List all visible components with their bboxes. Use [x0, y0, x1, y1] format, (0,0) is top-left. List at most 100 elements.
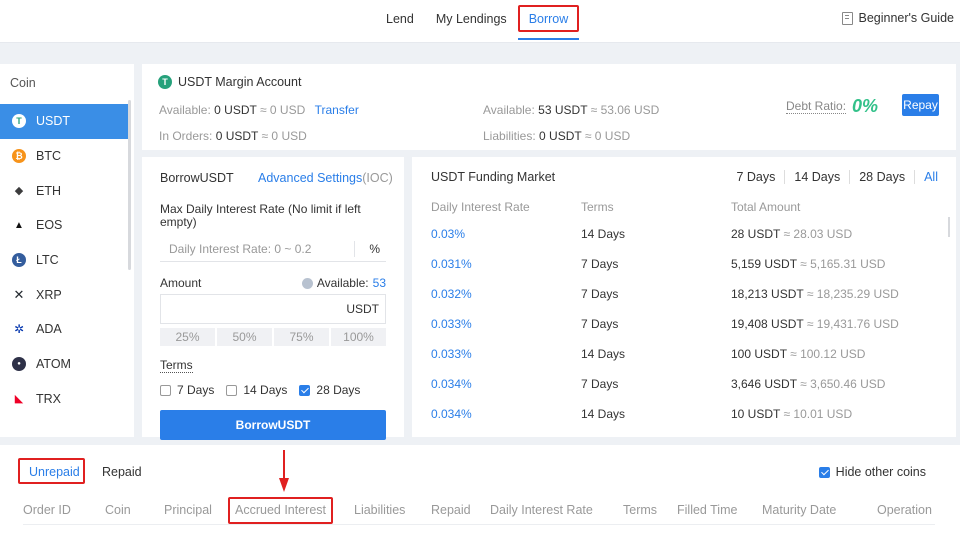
row-rate: 0.034%: [431, 377, 472, 391]
beginners-guide-link[interactable]: Beginner's Guide: [842, 11, 954, 25]
row-amount-value: 5,159 USDT: [731, 257, 797, 271]
coin-item-atom[interactable]: ● ATOM: [0, 347, 134, 382]
col-filled-time: Filled Time: [677, 503, 738, 517]
borrow-submit-button[interactable]: BorrowUSDT: [160, 410, 386, 440]
advanced-settings-link[interactable]: Advanced Settings(IOC): [258, 171, 393, 185]
term-28-checkbox[interactable]: [299, 384, 311, 396]
coin-list-header: Coin: [10, 76, 36, 90]
col-terms: Terms: [623, 503, 658, 517]
percent-25-button[interactable]: 25%: [160, 328, 215, 346]
transfer-link[interactable]: Transfer: [315, 103, 359, 117]
filter-14-days[interactable]: 14 Days: [784, 170, 849, 184]
amount-unit: USDT: [346, 302, 379, 316]
amount-input[interactable]: [161, 295, 347, 323]
coin-label: BTC: [36, 149, 61, 164]
row-amount-approx: ≈ 28.03 USD: [783, 227, 853, 241]
row-term: 14 Days: [581, 407, 626, 421]
coin-label: EOS: [36, 218, 63, 233]
hide-other-coins-toggle[interactable]: Hide other coins: [818, 465, 926, 479]
market-term-filters: 7 Days 14 Days 28 Days All: [727, 170, 938, 184]
tab-borrow[interactable]: Borrow: [517, 0, 580, 40]
coin-item-btc[interactable]: ₿ BTC: [0, 139, 134, 174]
tab-my-lendings[interactable]: My Lendings: [425, 0, 518, 40]
row-term: 7 Days: [581, 287, 619, 301]
row-rate: 0.033%: [431, 317, 472, 331]
in-orders-value: 0 USDT: [215, 129, 259, 143]
row-rate: 0.031%: [431, 257, 472, 271]
xrp-icon: ✕: [12, 286, 26, 302]
available-usdt: Available: 0 USDT ≈ 0 USD Transfer: [159, 103, 359, 117]
in-orders-approx: ≈ 0 USD: [261, 129, 307, 143]
liabilities-value: 0 USDT: [539, 129, 582, 143]
eos-icon: ▲: [12, 218, 26, 233]
row-amount: 100 USDT ≈ 100.12 USD: [731, 347, 865, 361]
row-amount-approx: ≈ 5,165.31 USD: [800, 257, 886, 271]
ltc-icon: Ł: [12, 253, 26, 268]
debt-ratio-value: 0%: [852, 96, 879, 116]
table-row[interactable]: 0.033% 14 Days 100 USDT ≈ 100.12 USD: [431, 347, 941, 367]
row-rate: 0.033%: [431, 347, 472, 361]
term-28-days[interactable]: 28 Days: [299, 383, 360, 397]
row-amount-value: 28 USDT: [731, 227, 781, 241]
table-row[interactable]: 0.033% 7 Days 19,408 USDT ≈ 19,431.76 US…: [431, 317, 941, 337]
tab-unrepaid[interactable]: Unrepaid: [29, 465, 80, 479]
coin-item-xrp[interactable]: ✕ XRP: [0, 277, 134, 312]
coin-label: USDT: [36, 114, 71, 129]
amount-field: USDT: [160, 294, 386, 324]
borrow-form-panel: BorrowUSDT Advanced Settings(IOC) Max Da…: [142, 157, 404, 440]
coin-item-trx[interactable]: ◣ TRX: [0, 382, 134, 417]
table-row[interactable]: 0.034% 14 Days 10 USDT ≈ 10.01 USD: [431, 407, 941, 427]
coin-item-eth[interactable]: ◆ ETH: [0, 173, 134, 208]
percent-100-button[interactable]: 100%: [331, 328, 386, 346]
coin-item-ltc[interactable]: Ł LTC: [0, 243, 134, 278]
coin-list-scrollbar[interactable]: [128, 100, 131, 270]
term-14-days[interactable]: 14 Days: [226, 383, 287, 397]
coin-item-ada[interactable]: ✲ ADA: [0, 312, 134, 347]
amount-label: Amount: [160, 276, 202, 290]
hide-other-coins-checkbox[interactable]: [818, 466, 830, 478]
table-row[interactable]: 0.03% 14 Days 28 USDT ≈ 28.03 USD: [431, 227, 941, 247]
row-amount: 5,159 USDT ≈ 5,165.31 USD: [731, 257, 885, 271]
market-title: USDT Funding Market: [431, 170, 556, 184]
table-row[interactable]: 0.031% 7 Days 5,159 USDT ≈ 5,165.31 USD: [431, 257, 941, 277]
row-amount: 18,213 USDT ≈ 18,235.29 USD: [731, 287, 899, 301]
funding-market-panel: USDT Funding Market 7 Days 14 Days 28 Da…: [412, 157, 956, 437]
tab-repaid[interactable]: Repaid: [102, 465, 142, 479]
term-7-days[interactable]: 7 Days: [160, 383, 214, 397]
col-principal: Principal: [164, 503, 212, 517]
row-amount-approx: ≈ 3,650.46 USD: [800, 377, 886, 391]
rate-input[interactable]: [160, 241, 355, 256]
row-amount-value: 10 USDT: [731, 407, 781, 421]
ioc-label: (IOC): [362, 171, 393, 185]
amount-available-value[interactable]: 53: [373, 276, 386, 290]
coin-label: ADA: [36, 322, 62, 337]
col-order-id: Order ID: [23, 503, 71, 517]
row-term: 7 Days: [581, 257, 619, 271]
available-approx: ≈ 0 USD: [259, 103, 306, 117]
filter-all[interactable]: All: [914, 170, 938, 184]
info-icon: [301, 277, 313, 289]
coin-item-eos[interactable]: ▲ EOS: [0, 208, 134, 243]
table-row[interactable]: 0.032% 7 Days 18,213 USDT ≈ 18,235.29 US…: [431, 287, 941, 307]
terms-options: 7 Days 14 Days 28 Days: [160, 383, 360, 397]
max-rate-label: Max Daily Interest Rate (No limit if lef…: [160, 202, 361, 229]
market-scrollbar[interactable]: [948, 217, 950, 237]
amount-row: Amount Available: 53: [160, 276, 386, 290]
filter-7-days[interactable]: 7 Days: [727, 170, 784, 184]
orders-table-header: Order ID Coin Principal Accrued Interest…: [23, 503, 935, 525]
tab-lend[interactable]: Lend: [375, 0, 425, 40]
term-14-label: 14 Days: [243, 383, 288, 397]
percent-50-button[interactable]: 50%: [217, 328, 272, 346]
row-amount-approx: ≈ 18,235.29 USD: [806, 287, 899, 301]
filter-28-days[interactable]: 28 Days: [849, 170, 914, 184]
hide-other-coins-label: Hide other coins: [835, 465, 926, 479]
table-row[interactable]: 0.034% 7 Days 3,646 USDT ≈ 3,650.46 USD: [431, 377, 941, 397]
repay-button[interactable]: Repay: [902, 94, 939, 116]
term-14-checkbox[interactable]: [226, 384, 238, 396]
nav-tabs: Lend My Lendings Borrow: [375, 0, 580, 43]
term-28-label: 28 Days: [316, 383, 361, 397]
coin-item-usdt[interactable]: T USDT: [0, 104, 128, 139]
percent-75-button[interactable]: 75%: [274, 328, 329, 346]
row-amount-approx: ≈ 100.12 USD: [790, 347, 866, 361]
term-7-checkbox[interactable]: [160, 384, 171, 396]
